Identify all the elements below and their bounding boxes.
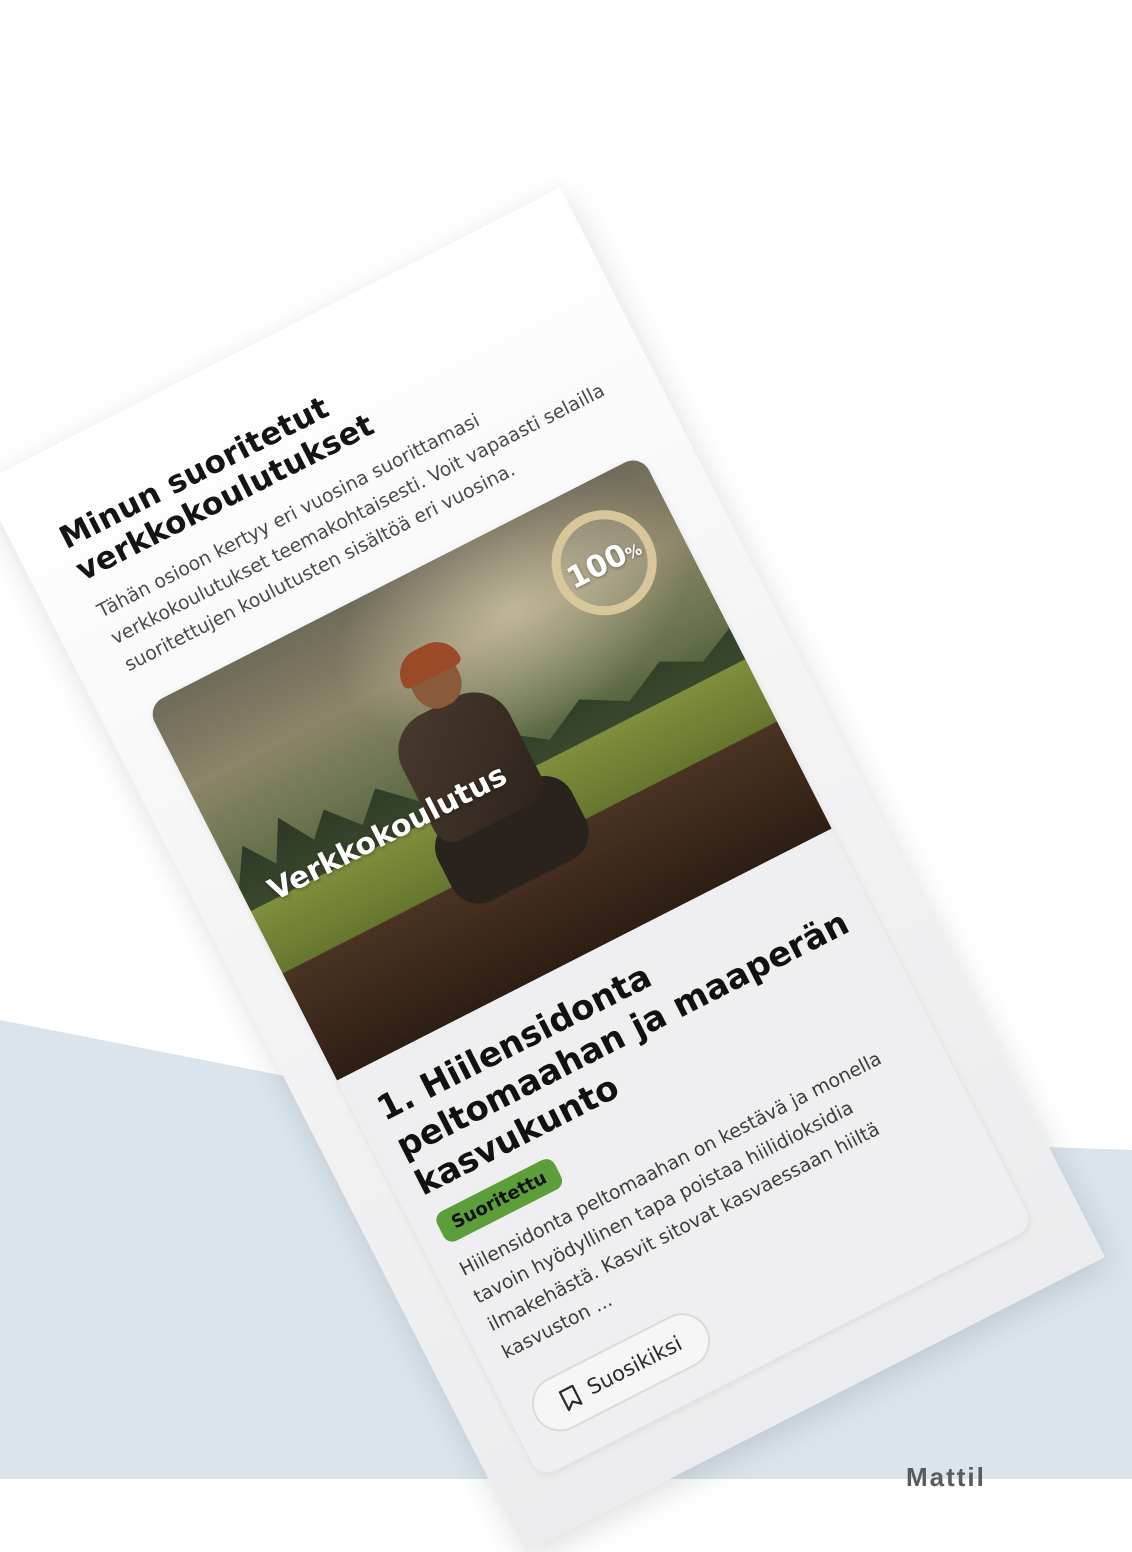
bookmark-icon	[558, 1384, 583, 1412]
favorite-label: Suosikiksi	[583, 1331, 686, 1400]
footer-text-fragment: Mattil	[906, 1462, 986, 1492]
